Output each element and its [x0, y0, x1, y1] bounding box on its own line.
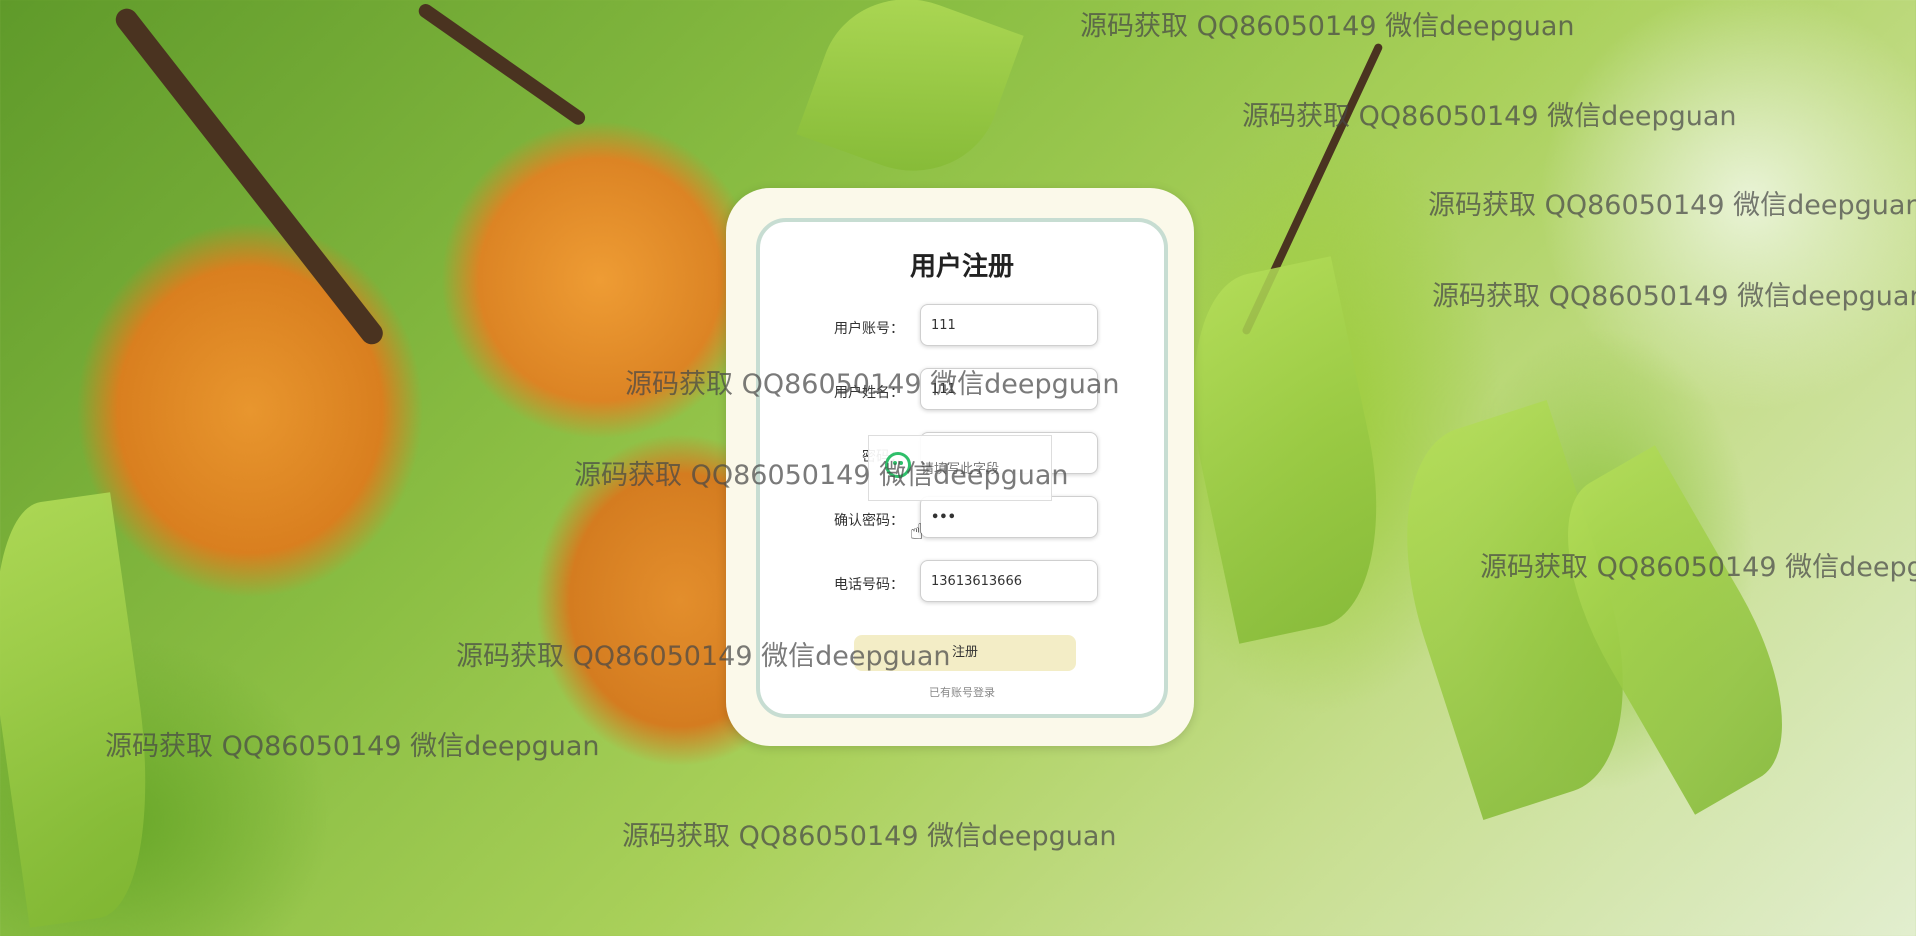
watermark: 源码获取 QQ86050149 微信deepguan: [1080, 11, 1575, 42]
account-input[interactable]: 111: [920, 304, 1098, 346]
form-title: 用户注册: [909, 252, 1014, 282]
phone-label: 电话号码：: [834, 577, 904, 593]
tooltip-text: 请填写此字段: [921, 462, 1000, 477]
confirm-password-label: 确认密码：: [834, 513, 904, 529]
account-label: 用户账号：: [834, 321, 904, 337]
account-row: 用户账号： 111: [760, 304, 1164, 350]
watermark: 源码获取 QQ86050149 微信deepguan: [1428, 190, 1916, 221]
leaf: [796, 0, 1024, 196]
login-link[interactable]: 已有账号登录: [760, 684, 1164, 700]
leaf: [0, 492, 169, 928]
validation-tooltip: 请填写此字段: [868, 435, 1052, 501]
watermark: 源码获取 QQ86050149 微信deepguan: [105, 731, 600, 762]
branch: [111, 4, 388, 349]
register-button[interactable]: 注册: [854, 635, 1076, 671]
leaf: [1164, 256, 1406, 644]
page: { "form": { "title": "用户注册", "fields": […: [0, 0, 1916, 936]
watermark: 源码获取 QQ86050149 微信deepguan: [1432, 281, 1916, 312]
name-row: 用户姓名： 111: [760, 368, 1164, 414]
confirm-password-input[interactable]: •••: [920, 496, 1098, 538]
phone-input[interactable]: 13613613666: [920, 560, 1098, 602]
phone-row: 电话号码： 13613613666: [760, 560, 1164, 606]
smile-icon: [885, 452, 911, 478]
name-label: 用户姓名：: [834, 385, 904, 401]
hand-cursor-icon: ☝: [910, 520, 924, 545]
watermark: 源码获取 QQ86050149 微信deepguan: [1242, 101, 1737, 132]
watermark: 源码获取 QQ86050149 微信deepguan: [622, 821, 1117, 852]
name-input[interactable]: 111: [920, 368, 1098, 410]
branch: [415, 1, 588, 128]
confirm-password-row: 确认密码： •••: [760, 496, 1164, 542]
